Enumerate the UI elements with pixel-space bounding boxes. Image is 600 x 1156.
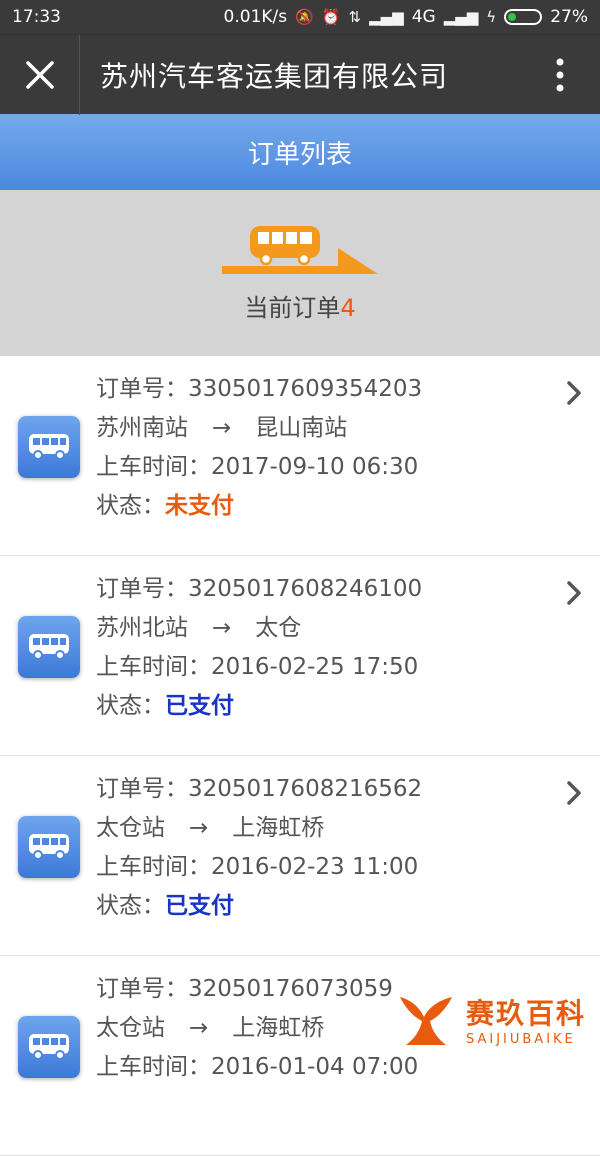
order-details: 订单号：3205017608246100 苏州北站 → 太仓 上车时间：2016-0…: [96, 570, 540, 726]
current-orders: 当前订单4: [244, 288, 355, 323]
watermark-en: SAIJIUBAIKE: [465, 1031, 576, 1047]
current-orders-count: 4: [340, 293, 356, 322]
order-number-label: 订单号：: [96, 576, 188, 602]
status-bar: 17:33 0.01K/s 🔕 ⏰ ⇅ ▂▄▆ 4G ▂▄▆ ϟ 27%: [0, 0, 600, 34]
more-vertical-icon: [556, 58, 564, 91]
data-transfer-icon: ⇅: [348, 8, 362, 26]
departure-label: 上车时间：: [96, 454, 211, 480]
bus-icon: [18, 816, 80, 878]
list-header-title: 订单列表: [247, 139, 352, 170]
route-arrow: →: [212, 615, 232, 641]
departure-time: 2016-02-25 17:50: [211, 654, 419, 680]
bus-arrow-icon: [222, 225, 378, 274]
chevron-right-icon[interactable]: [564, 778, 584, 808]
departure-line: 上车时间：2017-09-10 06:30: [96, 448, 540, 487]
close-icon: [25, 60, 54, 89]
order-number: 3205017608216562: [188, 776, 423, 802]
bus-icon: [18, 1016, 80, 1078]
chevron-right-icon[interactable]: [564, 378, 584, 408]
route-arrow: →: [189, 815, 209, 841]
bus-icon: [18, 416, 80, 478]
charging-icon: ϟ: [486, 8, 497, 26]
order-number-line: 订单号：3205017608216562: [96, 770, 540, 809]
departure-label: 上车时间：: [96, 654, 211, 680]
route-from: 苏州北站: [96, 615, 188, 641]
bus-icon: [18, 616, 80, 678]
order-number-line: 订单号：3205017608246100: [96, 570, 540, 609]
order-details: 订单号：3205017608216562 太仓站 → 上海虹桥 上车时间：2016-…: [96, 770, 540, 926]
order-number-label: 订单号：: [96, 976, 188, 1002]
watermark-cn: 赛玖百科: [465, 996, 586, 1030]
network-speed: 0.01K/s: [223, 7, 288, 27]
title-bar: 苏州汽车客运集团有限公司: [0, 34, 600, 115]
order-details: 订单号：3305017609354203 苏州南站 → 昆山南站 上车时间：2017…: [96, 370, 540, 526]
route-line: 苏州南站 → 昆山南站: [96, 409, 540, 448]
whale-tail-logo-icon: [399, 997, 452, 1045]
route-from: 苏州南站: [96, 415, 188, 441]
close-button[interactable]: [0, 34, 80, 115]
status-badge: 已支付: [165, 893, 234, 919]
route-from: 太仓站: [96, 815, 165, 841]
status-badge: 已支付: [165, 693, 234, 719]
departure-label: 上车时间：: [96, 854, 211, 880]
order-number-label: 订单号：: [96, 776, 188, 802]
route-arrow: →: [189, 1015, 209, 1041]
order-number: 3305017609354203: [188, 376, 423, 402]
route-to: 昆山南站: [255, 415, 348, 441]
network-type: 4G: [411, 7, 436, 27]
page-title: 苏州汽车客运集团有限公司: [100, 59, 449, 93]
departure-line: 上车时间：2016-02-25 17:50: [96, 648, 540, 687]
alarm-icon: ⏰: [321, 8, 341, 26]
signal-icon-2: ▂▄▆: [443, 8, 479, 26]
status-badge: 未支付: [165, 493, 234, 519]
route-line: 太仓站 → 上海虹桥: [96, 809, 540, 848]
order-number-label: 订单号：: [96, 376, 188, 402]
status-line: 状态：已支付: [96, 687, 540, 726]
departure-time: 2016-02-23 11:00: [211, 854, 419, 880]
route-from: 太仓站: [96, 1015, 165, 1041]
status-time: 17:33: [12, 7, 61, 27]
order-item[interactable]: 订单号：3205017608216562 太仓站 → 上海虹桥 上车时间：2016-…: [0, 756, 600, 956]
current-orders-label: 当前订单: [244, 293, 341, 322]
route-to: 上海虹桥: [232, 1015, 325, 1041]
order-number: 32050176073059: [188, 976, 393, 1002]
status-line: 状态：已支付: [96, 887, 540, 926]
more-button[interactable]: [520, 35, 600, 115]
route-line: 苏州北站 → 太仓: [96, 609, 540, 648]
battery-percent: 27%: [550, 7, 588, 27]
chevron-right-icon[interactable]: [564, 578, 584, 608]
departure-line: 上车时间：2016-02-23 11:00: [96, 848, 540, 887]
order-summary: 当前订单4: [0, 190, 600, 356]
watermark: 赛玖百科 SAIJIUBAIKE: [394, 987, 586, 1051]
order-number: 3205017608246100: [188, 576, 423, 602]
signal-icon: ▂▄▆: [369, 8, 404, 26]
departure-time: 2016-01-04 07:00: [211, 1054, 419, 1080]
order-item[interactable]: 订单号：3305017609354203 苏州南站 → 昆山南站 上车时间：2017…: [0, 356, 600, 556]
departure-line: 上车时间：2016-01-04 07:00: [96, 1048, 540, 1087]
order-item[interactable]: 订单号：3205017608246100 苏州北站 → 太仓 上车时间：2016-0…: [0, 556, 600, 756]
mute-icon: 🔕: [295, 8, 314, 26]
status-label: 状态：: [96, 493, 165, 519]
status-label: 状态：: [96, 693, 165, 719]
battery-icon: [504, 9, 543, 25]
status-label: 状态：: [96, 893, 165, 919]
route-to: 上海虹桥: [232, 815, 325, 841]
departure-time: 2017-09-10 06:30: [211, 454, 419, 480]
watermark-text: 赛玖百科 SAIJIUBAIKE: [466, 992, 586, 1047]
departure-label: 上车时间：: [96, 1054, 211, 1080]
list-header: 订单列表: [0, 114, 600, 190]
order-item[interactable]: 订单号：32050176073059 太仓站 → 上海虹桥 上车时间：2016-01…: [0, 956, 600, 1156]
status-line: 状态：未支付: [96, 487, 540, 526]
order-number-line: 订单号：3305017609354203: [96, 370, 540, 409]
route-to: 太仓: [255, 615, 302, 641]
route-arrow: →: [212, 415, 232, 441]
status-right: 0.01K/s 🔕 ⏰ ⇅ ▂▄▆ 4G ▂▄▆ ϟ 27%: [224, 7, 588, 27]
